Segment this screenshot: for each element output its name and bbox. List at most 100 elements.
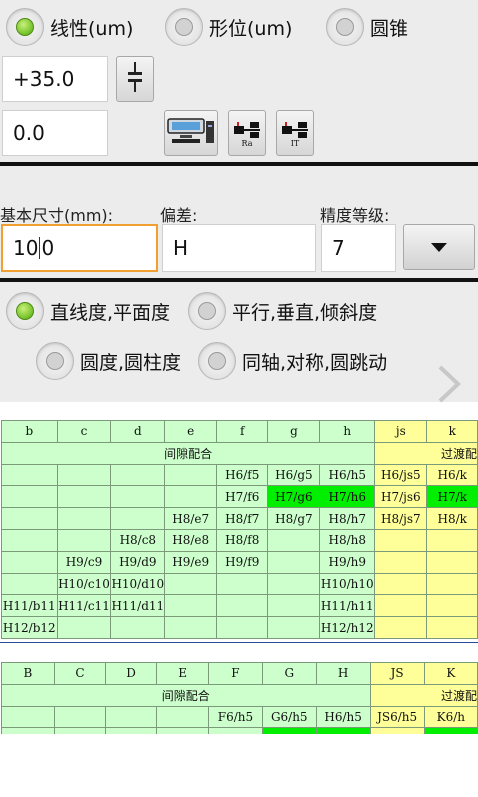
table-row: H9/c9 H9/d9 H9/e9 H9/f9 H9/h9 <box>1 550 478 574</box>
fit-cell[interactable]: H10/d10 <box>110 572 166 596</box>
fit-cell[interactable]: H8/c8 <box>110 528 166 552</box>
radio-unchecked-icon <box>165 8 203 46</box>
radio-linear[interactable]: 线性(um) <box>6 8 133 46</box>
fit-cell <box>110 485 166 509</box>
fit-cell[interactable]: H6/k <box>426 463 478 487</box>
radio-checked-icon <box>6 8 44 46</box>
fit-cell[interactable]: H6/js5 <box>374 463 428 487</box>
table-row: H7/f6 H7/g6 H7/h6 H7/js6 H7/k <box>1 485 478 509</box>
radio-roundness[interactable]: 圆度,圆柱度 <box>36 342 181 380</box>
tolerance-toggle-button[interactable] <box>116 56 154 102</box>
radio-straightness[interactable]: 直线度,平面度 <box>6 292 170 330</box>
fit-cell <box>374 528 428 552</box>
fit-cell[interactable]: H6/h5 <box>319 463 376 487</box>
fit-cell[interactable]: H11/c11 <box>56 594 112 618</box>
fit-cell[interactable]: H9/e9 <box>164 550 218 574</box>
fit-cell <box>267 572 321 596</box>
fit-cell[interactable]: H10/h10 <box>319 572 376 596</box>
fit-cell[interactable]: H11/d11 <box>110 594 166 618</box>
fit-cell[interactable]: H8/k <box>426 507 478 530</box>
grade-dropdown-button[interactable] <box>403 224 475 270</box>
column-header: d <box>110 420 166 443</box>
column-header: JS <box>369 662 425 685</box>
ra-button[interactable]: Ra <box>228 110 266 156</box>
fit-cell <box>164 463 218 487</box>
fit-cell[interactable]: H12/h12 <box>319 616 376 639</box>
fit-cell[interactable]: F6/h5 <box>208 705 263 729</box>
radio-coaxiality[interactable]: 同轴,对称,圆跳动 <box>198 342 387 380</box>
fit-cell[interactable]: H8/e7 <box>164 507 218 530</box>
fit-cell[interactable]: H8/f7 <box>216 507 269 530</box>
fit-cell[interactable]: H9/f9 <box>216 550 269 574</box>
fit-cell[interactable]: G6/h5 <box>261 705 317 729</box>
fit-cell[interactable]: H7/js6 <box>374 485 428 509</box>
radio-cone[interactable]: 圆锥 <box>326 8 408 46</box>
deviation-input[interactable]: H <box>162 224 316 272</box>
radio-linear-label: 线性(um) <box>50 17 134 40</box>
fit-cell[interactable]: H7/f6 <box>216 485 269 509</box>
column-header: h <box>319 420 376 443</box>
radio-parallelism[interactable]: 平行,垂直,倾斜度 <box>188 292 377 330</box>
fit-cell <box>56 616 112 639</box>
fit-cell[interactable]: H8/g7 <box>267 507 321 530</box>
fit-cell <box>374 572 428 596</box>
fit-cell <box>156 705 210 729</box>
chevron-right-icon[interactable] <box>434 364 464 408</box>
fit-cell[interactable]: H8/f8 <box>216 528 269 552</box>
fit-cell[interactable]: H6/f5 <box>216 463 269 487</box>
column-header: g <box>267 420 321 443</box>
lower-deviation-output[interactable]: 0.0 <box>2 110 108 156</box>
fit-cell[interactable]: K6/h <box>423 705 478 729</box>
fit-input-panel: 基本尺寸(mm): 偏差: 精度等级: 10 0 H 7 <box>0 166 478 278</box>
fit-cell[interactable]: H10/c10 <box>56 572 112 596</box>
fit-cell <box>1 550 58 574</box>
fit-cell[interactable]: H7/g6 <box>267 485 321 509</box>
fit-cell[interactable]: H12/b12 <box>1 616 58 639</box>
column-header: G <box>261 662 317 685</box>
clearance-fit-group: 间隙配合 <box>1 683 371 707</box>
grade-input[interactable]: 7 <box>321 224 396 272</box>
upper-deviation-output[interactable]: +35.0 <box>2 56 108 102</box>
fit-cell[interactable]: H11/b11 <box>1 594 58 618</box>
table-row: H8/e7 H8/f7 H8/g7 H8/h7 H8/js7 H8/k <box>1 507 478 530</box>
deviation-label: 偏差: <box>160 206 198 225</box>
grade-label: 精度等级: <box>320 206 390 225</box>
fit-cell[interactable]: H9/d9 <box>110 550 166 574</box>
radio-unchecked-icon <box>198 342 236 380</box>
it-button[interactable]: IT <box>276 110 314 156</box>
table-row: H11/b11 H11/c11 H11/d11 H11/h11 <box>1 594 478 618</box>
shaft-fit-table: b c d e f g h js k 间隙配合 过渡配 H6/f5 H6/g5 H6… <box>0 420 478 639</box>
fit-cell[interactable]: H9/h9 <box>319 550 376 574</box>
fit-cell[interactable]: H11/h11 <box>319 594 376 618</box>
computer-button[interactable] <box>164 110 218 156</box>
fit-cell[interactable]: H6/h5 <box>315 705 371 729</box>
radio-geometric[interactable]: 形位(um) <box>165 8 292 46</box>
fit-cell[interactable]: H9/c9 <box>56 550 112 574</box>
fit-cell <box>1 528 58 552</box>
fit-cell[interactable]: H8/h8 <box>319 528 376 552</box>
column-header: B <box>1 662 55 685</box>
fit-cell[interactable]: JS6/h5 <box>369 705 425 729</box>
radio-unchecked-icon <box>188 292 226 330</box>
fit-cell[interactable]: H8/js7 <box>374 507 428 530</box>
radio-straightness-label: 直线度,平面度 <box>50 301 171 324</box>
fit-cell <box>56 463 112 487</box>
table-header-row: b c d e f g h js k <box>1 420 478 443</box>
column-header: K <box>423 662 478 685</box>
fit-cell[interactable]: H6/g5 <box>267 463 321 487</box>
column-header: D <box>104 662 158 685</box>
fit-cell <box>1 463 58 487</box>
basic-size-input[interactable]: 10 0 <box>1 224 158 272</box>
table-row: H12/b12 H12/h12 <box>1 616 478 639</box>
fit-cell[interactable]: H7/h6 <box>319 485 376 509</box>
fit-cell[interactable]: H8/e8 <box>164 528 218 552</box>
fit-cell[interactable]: H8/h7 <box>319 507 376 530</box>
fit-cell <box>426 528 478 552</box>
clearance-fit-group: 间隙配合 <box>0 441 376 465</box>
fit-cell <box>267 550 321 574</box>
fit-cell <box>267 594 321 618</box>
table-row: H6/f5 H6/g5 H6/h5 H6/js5 H6/k <box>1 463 478 487</box>
fit-cell <box>374 594 428 618</box>
table-row: H10/c10 H10/d10 H10/h10 <box>1 572 478 596</box>
fit-cell[interactable]: H7/k <box>426 485 478 509</box>
